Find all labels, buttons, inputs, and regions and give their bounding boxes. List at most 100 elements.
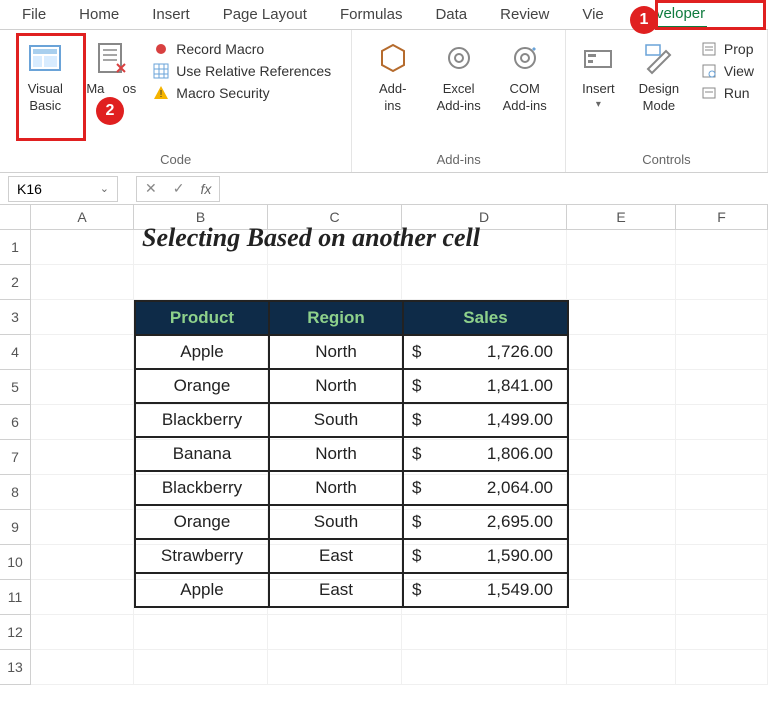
cell[interactable] — [31, 580, 134, 615]
cell-region[interactable]: East — [269, 539, 403, 573]
cell[interactable] — [676, 545, 768, 580]
tab-view[interactable]: Vie — [580, 2, 605, 27]
cell[interactable] — [268, 265, 402, 300]
cell[interactable] — [676, 615, 768, 650]
cell-sales[interactable]: $2,064.00 — [403, 471, 568, 505]
row-header[interactable]: 9 — [0, 510, 31, 545]
relative-refs-button[interactable]: Use Relative References — [152, 62, 331, 80]
cell[interactable] — [134, 650, 268, 685]
row-header[interactable]: 4 — [0, 335, 31, 370]
cell-region[interactable]: East — [269, 573, 403, 607]
cell-region[interactable]: North — [269, 437, 403, 471]
cell[interactable] — [676, 230, 768, 265]
cell[interactable] — [676, 440, 768, 475]
cell[interactable] — [268, 650, 402, 685]
cancel-icon[interactable]: ✕ — [137, 180, 165, 197]
cell[interactable] — [567, 335, 676, 370]
cell-region[interactable]: South — [269, 505, 403, 539]
cell-product[interactable]: Apple — [135, 573, 269, 607]
cell-region[interactable]: South — [269, 403, 403, 437]
cell-sales[interactable]: $2,695.00 — [403, 505, 568, 539]
cell[interactable] — [676, 475, 768, 510]
cell[interactable] — [567, 265, 676, 300]
tab-data[interactable]: Data — [433, 2, 469, 27]
tab-page-layout[interactable]: Page Layout — [221, 2, 309, 27]
cell[interactable] — [31, 405, 134, 440]
cell-region[interactable]: North — [269, 335, 403, 369]
row-header[interactable]: 6 — [0, 405, 31, 440]
cell[interactable] — [31, 615, 134, 650]
cell-product[interactable]: Blackberry — [135, 403, 269, 437]
cell[interactable] — [676, 370, 768, 405]
cell[interactable] — [31, 370, 134, 405]
macro-security-button[interactable]: ! Macro Security — [152, 84, 331, 102]
run-dialog-button[interactable]: Run — [700, 84, 754, 102]
cell-product[interactable]: Orange — [135, 505, 269, 539]
cell[interactable] — [134, 265, 268, 300]
cell[interactable] — [567, 650, 676, 685]
cell-product[interactable]: Strawberry — [135, 539, 269, 573]
cell-product[interactable]: Apple — [135, 335, 269, 369]
insert-control-button[interactable]: Insert ▾ — [571, 35, 626, 116]
properties-button[interactable]: Prop — [700, 40, 754, 58]
cell[interactable] — [31, 545, 134, 580]
cell[interactable] — [676, 265, 768, 300]
cell[interactable] — [402, 650, 567, 685]
cell[interactable] — [567, 440, 676, 475]
tab-insert[interactable]: Insert — [150, 2, 192, 27]
name-box[interactable]: K16 ⌄ — [8, 176, 118, 202]
row-header[interactable]: 3 — [0, 300, 31, 335]
cell[interactable] — [567, 405, 676, 440]
cell-sales[interactable]: $1,549.00 — [403, 573, 568, 607]
row-header[interactable]: 10 — [0, 545, 31, 580]
cell[interactable] — [567, 475, 676, 510]
cell[interactable] — [676, 335, 768, 370]
com-addins-button[interactable]: COM Add-ins — [492, 35, 558, 120]
row-header[interactable]: 8 — [0, 475, 31, 510]
cell[interactable] — [567, 615, 676, 650]
cell[interactable] — [31, 440, 134, 475]
cell-sales[interactable]: $1,841.00 — [403, 369, 568, 403]
row-header[interactable]: 11 — [0, 580, 31, 615]
cell[interactable] — [567, 370, 676, 405]
visual-basic-button[interactable]: Visual Basic — [12, 35, 78, 120]
chevron-down-icon[interactable]: ⌄ — [100, 182, 109, 195]
cell[interactable] — [676, 650, 768, 685]
select-all-corner[interactable] — [0, 205, 31, 229]
cell[interactable] — [402, 615, 567, 650]
cell[interactable] — [31, 510, 134, 545]
cell-sales[interactable]: $1,806.00 — [403, 437, 568, 471]
cell[interactable] — [402, 265, 567, 300]
cell[interactable] — [676, 300, 768, 335]
fx-icon[interactable]: fx — [192, 181, 219, 197]
cell[interactable] — [31, 475, 134, 510]
row-header[interactable]: 13 — [0, 650, 31, 685]
cell-sales[interactable]: $1,590.00 — [403, 539, 568, 573]
row-header[interactable]: 5 — [0, 370, 31, 405]
record-macro-button[interactable]: Record Macro — [152, 40, 331, 58]
row-header[interactable]: 2 — [0, 265, 31, 300]
cell[interactable] — [31, 335, 134, 370]
row-header[interactable]: 12 — [0, 615, 31, 650]
view-code-button[interactable]: View — [700, 62, 754, 80]
cell-region[interactable]: North — [269, 471, 403, 505]
excel-addins-button[interactable]: Excel Add-ins — [426, 35, 492, 120]
confirm-icon[interactable]: ✓ — [165, 180, 193, 197]
cell[interactable] — [676, 405, 768, 440]
cell[interactable] — [567, 510, 676, 545]
cell-region[interactable]: North — [269, 369, 403, 403]
addins-button[interactable]: Add- ins — [360, 35, 426, 120]
cell[interactable] — [676, 580, 768, 615]
cell[interactable] — [567, 300, 676, 335]
col-header[interactable]: F — [676, 205, 768, 229]
row-header[interactable]: 7 — [0, 440, 31, 475]
macros-button[interactable]: Ma os — [78, 35, 144, 103]
cell[interactable] — [567, 580, 676, 615]
cell[interactable] — [134, 615, 268, 650]
cell-sales[interactable]: $1,726.00 — [403, 335, 568, 369]
cell[interactable] — [676, 510, 768, 545]
cell-product[interactable]: Orange — [135, 369, 269, 403]
cell[interactable] — [31, 300, 134, 335]
cell-product[interactable]: Blackberry — [135, 471, 269, 505]
tab-formulas[interactable]: Formulas — [338, 2, 405, 27]
